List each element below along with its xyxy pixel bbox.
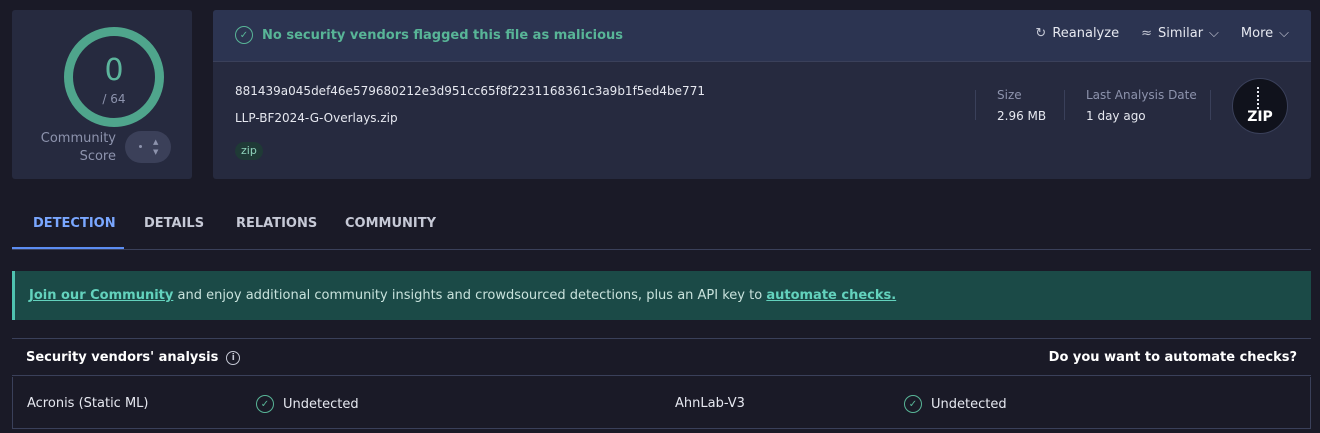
similar-icon: ≈	[1141, 26, 1152, 41]
size-value: 2.96 MB	[997, 109, 1047, 123]
check-circle-icon: ✓	[235, 26, 253, 44]
status-message: ✓ No security vendors flagged this file …	[235, 26, 623, 44]
report-tabs: DETECTION DETAILS RELATIONS COMMUNITY	[12, 199, 1311, 250]
file-name: LLP-BF2024-G-Overlays.zip	[235, 111, 398, 125]
community-score-label: Community Score	[40, 131, 116, 164]
last-analysis-label: Last Analysis Date	[1086, 88, 1197, 102]
banner-text: Join our Community and enjoy additional …	[29, 288, 897, 303]
file-tag[interactable]: zip	[235, 142, 263, 160]
info-icon[interactable]: i	[226, 350, 241, 365]
active-tab-indicator	[12, 247, 124, 249]
detection-score-gauge: 0 / 64	[64, 27, 164, 127]
vendor-name: AhnLab-V3	[675, 396, 745, 411]
divider	[1210, 90, 1211, 120]
chevron-down-icon: ⌵	[1209, 26, 1219, 41]
chevron-down-icon: ⌵	[1279, 26, 1289, 41]
file-type-icon: ZIP	[1232, 78, 1288, 134]
reanalyze-button[interactable]: ↻ Reanalyze	[1035, 26, 1119, 41]
community-score-vote-control[interactable]: ▲ ▼	[125, 131, 171, 163]
tab-relations[interactable]: RELATIONS	[236, 216, 317, 231]
tab-details[interactable]: DETAILS	[144, 216, 204, 231]
automate-checks-link[interactable]: automate checks.	[766, 288, 896, 303]
vendor-result: ✓ Undetected	[904, 395, 1007, 413]
last-analysis-value: 1 day ago	[1086, 109, 1146, 123]
vendor-row: Acronis (Static ML) ✓ Undetected AhnLab-…	[12, 377, 1311, 429]
vendors-title: Security vendors' analysis i	[26, 350, 241, 365]
tab-community[interactable]: COMMUNITY	[345, 216, 436, 231]
size-label: Size	[997, 88, 1022, 102]
file-type-label: ZIP	[1247, 109, 1273, 125]
vendor-name: Acronis (Static ML)	[27, 396, 149, 411]
file-info-card: ✓ No security vendors flagged this file …	[213, 10, 1311, 179]
automate-checks-prompt[interactable]: Do you want to automate checks?	[1049, 350, 1297, 365]
detection-count: 0	[104, 53, 124, 88]
vote-up-icon[interactable]: ▲	[153, 139, 158, 146]
vote-down-icon[interactable]: ▼	[153, 149, 158, 156]
more-dropdown[interactable]: More ⌵	[1241, 26, 1289, 41]
file-info-header: ✓ No security vendors flagged this file …	[213, 10, 1311, 62]
divider	[1064, 90, 1065, 120]
divider	[975, 90, 976, 120]
community-score-dot	[139, 145, 142, 148]
file-actions: ↻ Reanalyze ≈ Similar ⌵ More ⌵	[1035, 26, 1289, 41]
similar-dropdown[interactable]: ≈ Similar ⌵	[1141, 26, 1219, 41]
check-circle-icon: ✓	[904, 395, 922, 413]
refresh-icon: ↻	[1035, 26, 1047, 41]
vendors-header: Security vendors' analysis i Do you want…	[12, 339, 1311, 376]
vendors-analysis: Security vendors' analysis i Do you want…	[12, 338, 1311, 433]
detection-total: / 64	[102, 92, 126, 106]
file-hash[interactable]: 881439a045def46e579680212e3d951cc65f8f22…	[235, 84, 705, 98]
detection-score-card: 0 / 64 Community Score ▲ ▼	[12, 10, 192, 179]
join-community-link[interactable]: Join our Community	[29, 288, 173, 303]
tab-detection[interactable]: DETECTION	[33, 216, 116, 231]
zipper-icon	[1257, 87, 1263, 109]
vendor-result: ✓ Undetected	[256, 395, 359, 413]
check-circle-icon: ✓	[256, 395, 274, 413]
community-banner: Join our Community and enjoy additional …	[12, 271, 1311, 320]
